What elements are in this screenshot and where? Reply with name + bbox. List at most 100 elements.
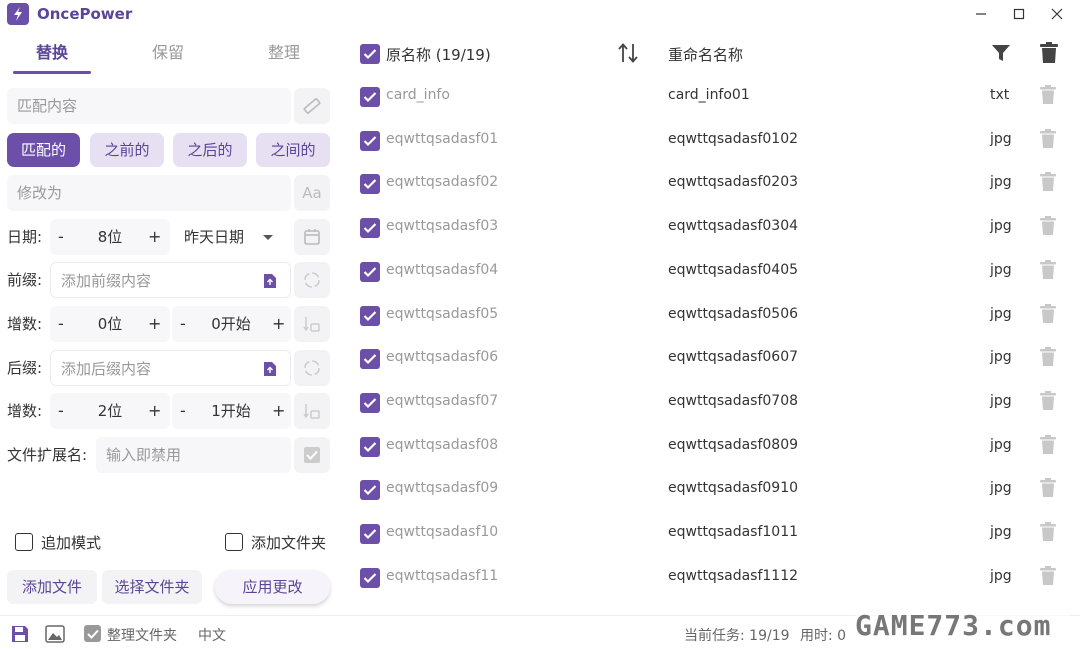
date-digits-stepper: - 8位 + (50, 219, 170, 255)
file-extension: jpg (990, 349, 1012, 366)
maximize-button[interactable] (1008, 4, 1030, 24)
renamed-name: eqwttqsadasf1011 (668, 524, 799, 540)
refresh-icon[interactable] (294, 350, 330, 386)
original-name: eqwttqsadasf11 (386, 567, 499, 584)
append-mode-checkbox[interactable] (15, 533, 33, 551)
mode-after-button[interactable]: 之后的 (173, 133, 247, 167)
calendar-icon[interactable] (294, 219, 330, 255)
trash-icon[interactable] (1040, 42, 1058, 68)
add-files-button[interactable]: 添加文件 (7, 570, 97, 604)
row-checkbox[interactable] (360, 218, 380, 239)
match-content-input[interactable]: 匹配内容 (7, 88, 291, 124)
original-name: eqwttqsadasf07 (386, 392, 499, 409)
date-minus-button[interactable]: - (58, 219, 64, 255)
increment-start-value: 0开始 (211, 315, 251, 333)
tab-keep[interactable]: 保留 (129, 40, 207, 74)
delete-row-icon[interactable] (1040, 390, 1056, 415)
prefix-placeholder: 添加前缀内容 (61, 272, 152, 290)
check-icon (363, 310, 377, 321)
image-icon[interactable] (45, 625, 65, 647)
row-checkbox[interactable] (360, 524, 380, 544)
filter-icon[interactable] (991, 43, 1011, 67)
delete-row-icon[interactable] (1040, 85, 1056, 109)
font-case-icon[interactable]: Aa (294, 175, 330, 211)
date-plus-button[interactable]: + (148, 219, 161, 255)
minimize-button[interactable] (970, 4, 992, 24)
sort-numeric-icon[interactable] (294, 393, 330, 429)
checkbox-icon[interactable] (294, 437, 330, 473)
append-mode-label: 追加模式 (41, 534, 102, 552)
table-row: eqwttqsadasf03 eqwttqsadasf0304 jpg (350, 206, 1070, 250)
check-icon (363, 267, 377, 277)
row-checkbox[interactable] (360, 567, 380, 588)
file-extension: jpg (990, 480, 1012, 497)
table-row: eqwttqsadasf04 eqwttqsadasf0405 jpg (350, 250, 1070, 294)
delete-row-icon[interactable] (1040, 216, 1056, 240)
row-checkbox[interactable] (360, 349, 380, 370)
row-checkbox[interactable] (360, 392, 380, 413)
delete-row-icon[interactable] (1040, 128, 1056, 153)
file-extension: jpg (990, 218, 1012, 235)
table-row: eqwttqsadasf11 eqwttqsadasf1112 jpg (350, 556, 1070, 600)
tab-replace[interactable]: 替换 (13, 40, 91, 74)
row-checkbox[interactable] (360, 480, 380, 501)
save-icon[interactable] (11, 625, 29, 647)
row-checkbox[interactable] (360, 87, 380, 107)
renamed-name: eqwttqsadasf0910 (668, 480, 799, 497)
delete-row-icon[interactable] (1040, 565, 1056, 590)
increment-digits-plus-button[interactable]: + (148, 306, 161, 342)
delete-row-icon[interactable] (1040, 172, 1056, 196)
file-extension: jpg (990, 174, 1012, 191)
file-upload-icon[interactable] (263, 273, 277, 289)
row-checkbox[interactable] (360, 130, 380, 151)
file-upload-icon[interactable] (263, 361, 277, 377)
date-type-select[interactable]: 昨天日期 (184, 219, 273, 255)
increment2-digits-plus-button[interactable]: + (148, 393, 161, 429)
delete-row-icon[interactable] (1040, 434, 1056, 459)
sort-numeric-icon[interactable] (294, 306, 330, 342)
delete-row-icon[interactable] (1040, 347, 1056, 371)
increment2-digits-minus-button[interactable]: - (58, 393, 64, 429)
increment2-start-stepper: - 1开始 + (172, 393, 291, 429)
delete-row-icon[interactable] (1040, 478, 1056, 502)
increment-start-minus-button[interactable]: - (180, 306, 186, 342)
extension-input[interactable]: 输入即禁用 (96, 437, 291, 473)
row-checkbox[interactable] (360, 261, 380, 282)
ruler-icon[interactable] (294, 88, 330, 124)
delete-row-icon[interactable] (1040, 303, 1056, 328)
file-extension: jpg (990, 130, 1012, 147)
renamed-name: eqwttqsadasf0102 (668, 130, 799, 147)
mode-before-button[interactable]: 之前的 (90, 133, 164, 167)
original-name-header: 原名称 (19/19) (386, 46, 491, 64)
delete-row-icon[interactable] (1040, 259, 1056, 284)
increment2-start-plus-button[interactable]: + (272, 393, 285, 429)
increment-digits-minus-button[interactable]: - (58, 306, 64, 342)
select-all-checkbox[interactable] (360, 44, 380, 64)
table-row: eqwttqsadasf02 eqwttqsadasf0203 jpg (350, 162, 1070, 206)
mode-between-button[interactable]: 之间的 (256, 133, 330, 167)
original-name: eqwttqsadasf06 (386, 349, 499, 366)
apply-changes-button[interactable]: 应用更改 (215, 570, 330, 604)
original-name: eqwttqsadasf05 (386, 305, 499, 322)
increment-start-plus-button[interactable]: + (272, 306, 285, 342)
add-folder-checkbox[interactable] (225, 533, 243, 551)
prefix-input[interactable]: 添加前缀内容 (50, 262, 291, 298)
sort-swap-icon[interactable] (617, 42, 639, 68)
refresh-icon[interactable] (294, 262, 330, 298)
close-button[interactable] (1046, 4, 1068, 24)
increment2-start-minus-button[interactable]: - (180, 393, 186, 429)
change-to-input[interactable]: 修改为 (7, 175, 291, 211)
app-title: OncePower (37, 5, 133, 23)
delete-row-icon[interactable] (1040, 522, 1056, 546)
row-checkbox[interactable] (360, 174, 380, 195)
row-checkbox[interactable] (360, 305, 380, 326)
increment2-label: 增数: (7, 402, 43, 420)
mode-matched-button[interactable]: 匹配的 (7, 133, 80, 167)
select-folder-button[interactable]: 选择文件夹 (102, 570, 202, 604)
tab-organize[interactable]: 整理 (245, 40, 323, 74)
row-checkbox[interactable] (360, 436, 380, 457)
suffix-input[interactable]: 添加后缀内容 (50, 350, 291, 386)
task-status: 当前任务: 19/19 (684, 628, 790, 644)
organize-folder-checkbox[interactable] (84, 625, 101, 642)
language-toggle[interactable]: 中文 (198, 625, 226, 645)
